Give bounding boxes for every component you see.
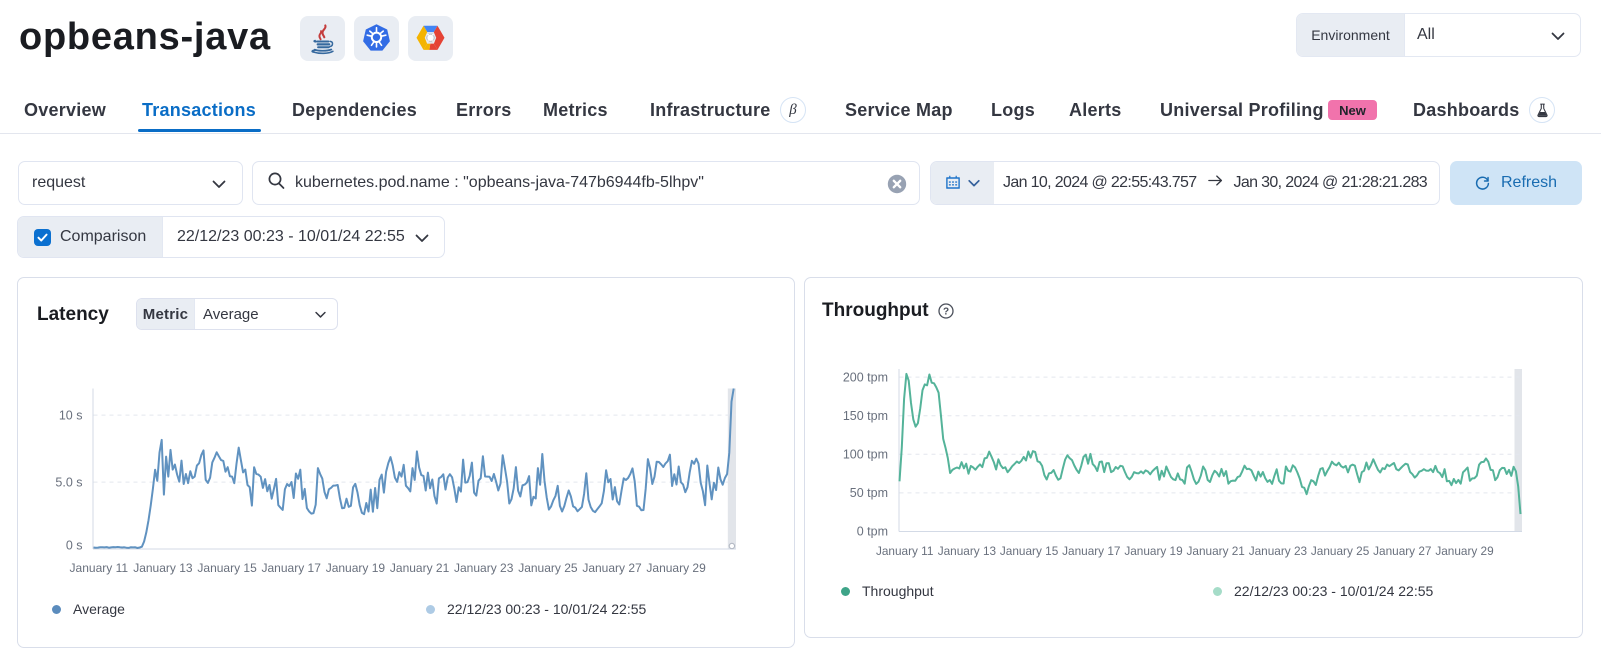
- svg-text:January 13: January 13: [937, 544, 996, 558]
- svg-text:January 21: January 21: [389, 561, 449, 575]
- svg-text:0 s: 0 s: [65, 538, 82, 552]
- svg-text:January 19: January 19: [325, 561, 385, 575]
- svg-text:January 11: January 11: [69, 561, 128, 575]
- svg-text:January 27: January 27: [1373, 544, 1431, 558]
- svg-text:200 tpm: 200 tpm: [842, 370, 887, 384]
- svg-text:January 23: January 23: [1248, 544, 1307, 558]
- svg-text:January 29: January 29: [646, 561, 706, 575]
- svg-text:0 tpm: 0 tpm: [856, 524, 887, 538]
- svg-text:January 25: January 25: [518, 561, 578, 575]
- svg-text:100 tpm: 100 tpm: [842, 447, 887, 461]
- svg-text:January 19: January 19: [1124, 544, 1182, 558]
- svg-text:150 tpm: 150 tpm: [842, 408, 887, 422]
- svg-text:January 17: January 17: [261, 561, 321, 575]
- svg-text:January 29: January 29: [1435, 544, 1493, 558]
- svg-text:January 17: January 17: [1062, 544, 1120, 558]
- svg-text:January 15: January 15: [999, 544, 1058, 558]
- svg-text:January 25: January 25: [1310, 544, 1369, 558]
- svg-text:January 27: January 27: [582, 561, 642, 575]
- svg-text:January 13: January 13: [133, 561, 193, 575]
- svg-text:50 tpm: 50 tpm: [849, 486, 887, 500]
- svg-text:5.0 s: 5.0 s: [55, 475, 82, 489]
- svg-text:January 23: January 23: [454, 561, 514, 575]
- svg-text:January 11: January 11: [875, 544, 933, 558]
- svg-text:January 21: January 21: [1186, 544, 1244, 558]
- svg-text:10 s: 10 s: [58, 408, 82, 422]
- svg-text:January 15: January 15: [197, 561, 257, 575]
